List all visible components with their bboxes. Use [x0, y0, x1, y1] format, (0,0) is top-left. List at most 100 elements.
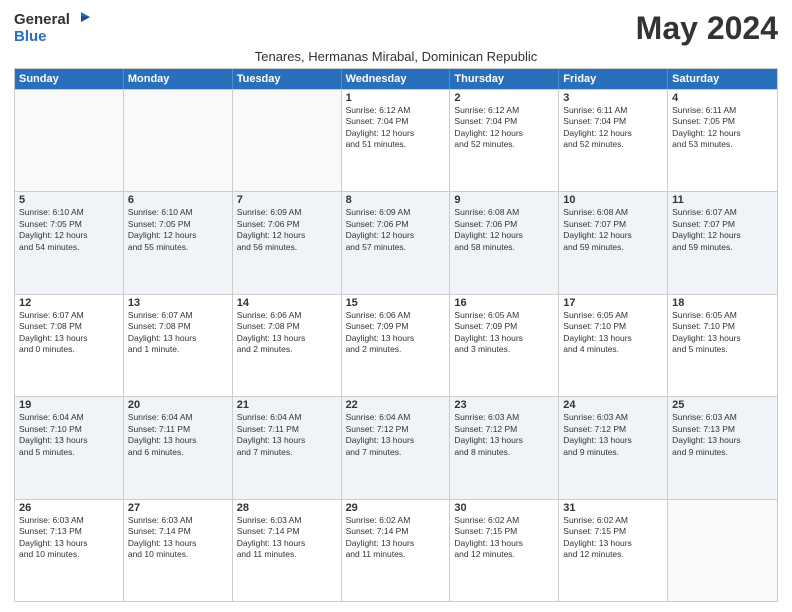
day-number: 22: [346, 399, 446, 411]
calendar-day-cell: 15Sunrise: 6:06 AM Sunset: 7:09 PM Dayli…: [342, 295, 451, 396]
day-number: 25: [672, 399, 773, 411]
day-info: Sunrise: 6:04 AM Sunset: 7:11 PM Dayligh…: [237, 412, 337, 458]
calendar-day-cell: 6Sunrise: 6:10 AM Sunset: 7:05 PM Daylig…: [124, 192, 233, 293]
calendar-day-cell: 27Sunrise: 6:03 AM Sunset: 7:14 PM Dayli…: [124, 500, 233, 601]
day-info: Sunrise: 6:05 AM Sunset: 7:10 PM Dayligh…: [672, 310, 773, 356]
day-number: 15: [346, 297, 446, 309]
day-info: Sunrise: 6:07 AM Sunset: 7:07 PM Dayligh…: [672, 207, 773, 253]
calendar-day-cell: 22Sunrise: 6:04 AM Sunset: 7:12 PM Dayli…: [342, 397, 451, 498]
calendar-day-cell: 1Sunrise: 6:12 AM Sunset: 7:04 PM Daylig…: [342, 90, 451, 191]
day-number: 4: [672, 92, 773, 104]
calendar-header-thursday: Thursday: [450, 69, 559, 89]
calendar-day-cell: 17Sunrise: 6:05 AM Sunset: 7:10 PM Dayli…: [559, 295, 668, 396]
calendar-day-cell: 3Sunrise: 6:11 AM Sunset: 7:04 PM Daylig…: [559, 90, 668, 191]
logo: General Blue: [14, 10, 90, 45]
day-info: Sunrise: 6:07 AM Sunset: 7:08 PM Dayligh…: [128, 310, 228, 356]
day-number: 12: [19, 297, 119, 309]
subtitle: Tenares, Hermanas Mirabal, Dominican Rep…: [14, 49, 778, 64]
day-info: Sunrise: 6:06 AM Sunset: 7:09 PM Dayligh…: [346, 310, 446, 356]
calendar-day-cell: 12Sunrise: 6:07 AM Sunset: 7:08 PM Dayli…: [15, 295, 124, 396]
day-number: 18: [672, 297, 773, 309]
day-number: 20: [128, 399, 228, 411]
day-info: Sunrise: 6:02 AM Sunset: 7:14 PM Dayligh…: [346, 515, 446, 561]
day-info: Sunrise: 6:08 AM Sunset: 7:06 PM Dayligh…: [454, 207, 554, 253]
calendar-week-row: 5Sunrise: 6:10 AM Sunset: 7:05 PM Daylig…: [15, 191, 777, 293]
day-number: 5: [19, 194, 119, 206]
calendar-day-cell: 21Sunrise: 6:04 AM Sunset: 7:11 PM Dayli…: [233, 397, 342, 498]
calendar-empty-cell: [124, 90, 233, 191]
day-number: 8: [346, 194, 446, 206]
calendar-day-cell: 11Sunrise: 6:07 AM Sunset: 7:07 PM Dayli…: [668, 192, 777, 293]
calendar-day-cell: 30Sunrise: 6:02 AM Sunset: 7:15 PM Dayli…: [450, 500, 559, 601]
calendar-day-cell: 23Sunrise: 6:03 AM Sunset: 7:12 PM Dayli…: [450, 397, 559, 498]
day-info: Sunrise: 6:03 AM Sunset: 7:12 PM Dayligh…: [454, 412, 554, 458]
day-number: 30: [454, 502, 554, 514]
calendar-day-cell: 29Sunrise: 6:02 AM Sunset: 7:14 PM Dayli…: [342, 500, 451, 601]
calendar-day-cell: 24Sunrise: 6:03 AM Sunset: 7:12 PM Dayli…: [559, 397, 668, 498]
calendar: SundayMondayTuesdayWednesdayThursdayFrid…: [14, 68, 778, 602]
calendar-header-row: SundayMondayTuesdayWednesdayThursdayFrid…: [15, 69, 777, 89]
calendar-day-cell: 20Sunrise: 6:04 AM Sunset: 7:11 PM Dayli…: [124, 397, 233, 498]
calendar-day-cell: 26Sunrise: 6:03 AM Sunset: 7:13 PM Dayli…: [15, 500, 124, 601]
day-number: 9: [454, 194, 554, 206]
header: General Blue May 2024: [14, 10, 778, 47]
day-info: Sunrise: 6:05 AM Sunset: 7:09 PM Dayligh…: [454, 310, 554, 356]
day-info: Sunrise: 6:06 AM Sunset: 7:08 PM Dayligh…: [237, 310, 337, 356]
calendar-day-cell: 19Sunrise: 6:04 AM Sunset: 7:10 PM Dayli…: [15, 397, 124, 498]
day-number: 29: [346, 502, 446, 514]
title-block: May 2024: [636, 10, 778, 47]
calendar-header-sunday: Sunday: [15, 69, 124, 89]
day-info: Sunrise: 6:12 AM Sunset: 7:04 PM Dayligh…: [454, 105, 554, 151]
day-number: 23: [454, 399, 554, 411]
logo-blue-text: Blue: [14, 28, 47, 45]
calendar-day-cell: 16Sunrise: 6:05 AM Sunset: 7:09 PM Dayli…: [450, 295, 559, 396]
calendar-day-cell: 31Sunrise: 6:02 AM Sunset: 7:15 PM Dayli…: [559, 500, 668, 601]
calendar-day-cell: 18Sunrise: 6:05 AM Sunset: 7:10 PM Dayli…: [668, 295, 777, 396]
day-info: Sunrise: 6:10 AM Sunset: 7:05 PM Dayligh…: [128, 207, 228, 253]
page: General Blue May 2024 Tenares, Hermanas …: [0, 0, 792, 612]
day-number: 6: [128, 194, 228, 206]
calendar-week-row: 26Sunrise: 6:03 AM Sunset: 7:13 PM Dayli…: [15, 499, 777, 601]
calendar-day-cell: 25Sunrise: 6:03 AM Sunset: 7:13 PM Dayli…: [668, 397, 777, 498]
calendar-week-row: 12Sunrise: 6:07 AM Sunset: 7:08 PM Dayli…: [15, 294, 777, 396]
calendar-day-cell: 14Sunrise: 6:06 AM Sunset: 7:08 PM Dayli…: [233, 295, 342, 396]
day-number: 26: [19, 502, 119, 514]
day-number: 24: [563, 399, 663, 411]
calendar-header-friday: Friday: [559, 69, 668, 89]
calendar-day-cell: 28Sunrise: 6:03 AM Sunset: 7:14 PM Dayli…: [233, 500, 342, 601]
day-info: Sunrise: 6:04 AM Sunset: 7:11 PM Dayligh…: [128, 412, 228, 458]
day-info: Sunrise: 6:03 AM Sunset: 7:13 PM Dayligh…: [672, 412, 773, 458]
day-number: 1: [346, 92, 446, 104]
day-info: Sunrise: 6:04 AM Sunset: 7:10 PM Dayligh…: [19, 412, 119, 458]
calendar-day-cell: 8Sunrise: 6:09 AM Sunset: 7:06 PM Daylig…: [342, 192, 451, 293]
day-info: Sunrise: 6:07 AM Sunset: 7:08 PM Dayligh…: [19, 310, 119, 356]
day-number: 2: [454, 92, 554, 104]
calendar-week-row: 1 Sunrise: 6:12 AM Sunset: 7:04 PM Daylig…: [15, 89, 777, 191]
calendar-header-saturday: Saturday: [668, 69, 777, 89]
day-number: 14: [237, 297, 337, 309]
calendar-day-cell: 9Sunrise: 6:08 AM Sunset: 7:06 PM Daylig…: [450, 192, 559, 293]
month-title: May 2024: [636, 10, 778, 47]
calendar-empty-cell: [15, 90, 124, 191]
calendar-day-cell: 7Sunrise: 6:09 AM Sunset: 7:06 PM Daylig…: [233, 192, 342, 293]
day-number: 17: [563, 297, 663, 309]
logo-general-text: General: [14, 11, 70, 28]
calendar-header-wednesday: Wednesday: [342, 69, 451, 89]
day-info: Sunrise: 6:09 AM Sunset: 7:06 PM Dayligh…: [237, 207, 337, 253]
day-number: 11: [672, 194, 773, 206]
day-info: Sunrise: 6:10 AM Sunset: 7:05 PM Dayligh…: [19, 207, 119, 253]
day-info: Sunrise: 6:11 AM Sunset: 7:04 PM Dayligh…: [563, 105, 663, 151]
day-number: 19: [19, 399, 119, 411]
day-info: Sunrise: 6:11 AM Sunset: 7:05 PM Dayligh…: [672, 105, 773, 151]
day-info: Sunrise: 6:02 AM Sunset: 7:15 PM Dayligh…: [563, 515, 663, 561]
day-number: 27: [128, 502, 228, 514]
calendar-header-tuesday: Tuesday: [233, 69, 342, 89]
calendar-day-cell: 4Sunrise: 6:11 AM Sunset: 7:05 PM Daylig…: [668, 90, 777, 191]
day-info: Sunrise: 6:03 AM Sunset: 7:12 PM Dayligh…: [563, 412, 663, 458]
day-number: 16: [454, 297, 554, 309]
calendar-body: 1 Sunrise: 6:12 AM Sunset: 7:04 PM Daylig…: [15, 89, 777, 601]
day-number: 7: [237, 194, 337, 206]
day-number: 13: [128, 297, 228, 309]
day-info: Sunrise: 6:02 AM Sunset: 7:15 PM Dayligh…: [454, 515, 554, 561]
calendar-empty-cell: [668, 500, 777, 601]
